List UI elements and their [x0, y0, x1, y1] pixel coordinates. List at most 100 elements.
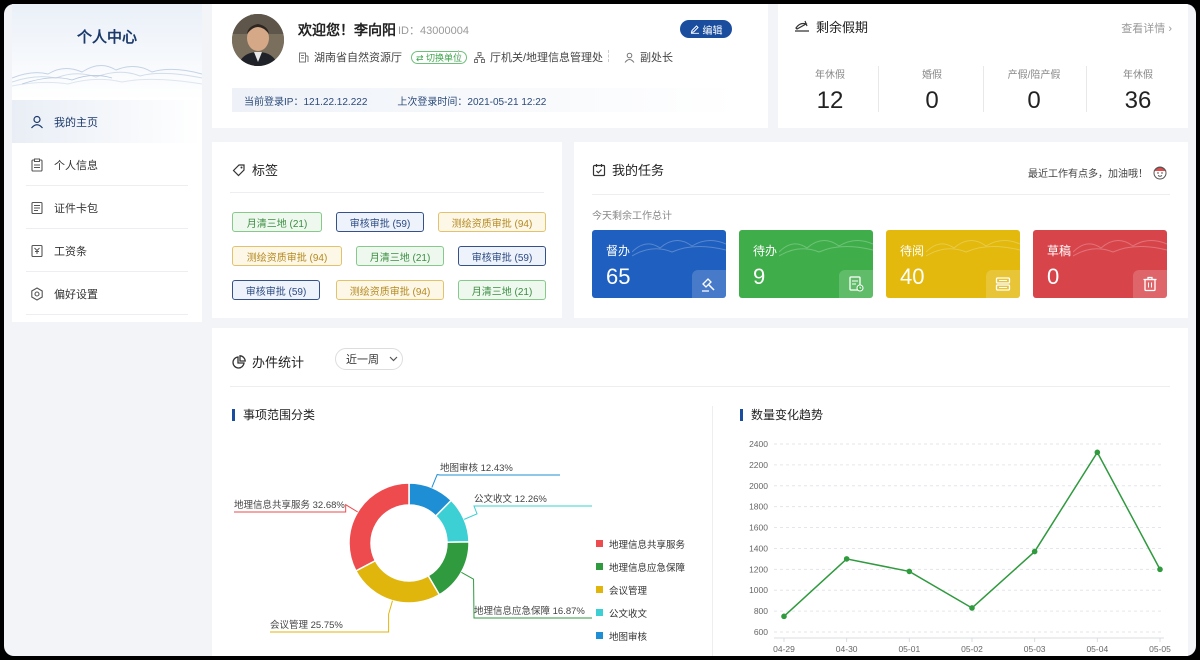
legend-label: 地图审核 — [609, 631, 648, 643]
x-tick-label: 05-02 — [961, 644, 983, 654]
x-tick-label: 05-04 — [1086, 644, 1108, 654]
x-tick-label: 04-30 — [836, 644, 858, 654]
legend-item[interactable]: 地理信息共享服务 — [596, 532, 685, 555]
gear-icon — [31, 286, 43, 301]
y-tick-label: 1800 — [749, 502, 768, 512]
task-card-value: 40 — [900, 264, 925, 289]
view-details-link[interactable]: 查看详情 › — [1121, 20, 1172, 36]
task-card-icon-box — [692, 270, 726, 298]
task-card-value: 65 — [606, 264, 631, 289]
data-point[interactable] — [781, 613, 787, 620]
tag-item[interactable]: 测绘资质审批 (94) — [336, 280, 444, 300]
tag-item[interactable]: 月清三地 (21) — [356, 246, 444, 266]
person-icon — [624, 52, 635, 63]
edit-button[interactable]: 编辑 — [680, 20, 732, 38]
tag-item[interactable]: 月清三地 (21) — [458, 280, 546, 300]
slice-label: 地图审核 12.43% — [440, 462, 513, 474]
data-point[interactable] — [1157, 566, 1163, 573]
legend-label: 会议管理 — [609, 585, 648, 597]
tags-title: 标签 — [232, 160, 278, 179]
last-login-time: 上次登录时间：2021-05-21 12:22 — [397, 96, 547, 108]
y-tick-label: 1200 — [749, 564, 768, 574]
tag-item[interactable]: 测绘资质审批 (94) — [232, 246, 342, 266]
card-wave-decoration — [779, 240, 873, 257]
range-select[interactable]: 近一周 — [335, 348, 403, 370]
task-card-draft[interactable]: 草稿 0 — [1033, 230, 1167, 298]
leave-label: 年休假 — [815, 70, 845, 81]
leave-value: 0 — [1027, 87, 1041, 114]
sidebar-item-settings[interactable]: 偏好设置 — [12, 272, 202, 315]
building-icon — [299, 52, 309, 62]
vacation-icon — [795, 20, 809, 32]
stats-vertical-divider — [712, 406, 713, 656]
donut-slice[interactable] — [354, 559, 441, 604]
mountain-illustration — [12, 65, 202, 87]
sidebar-item-cards[interactable]: 证件卡包 — [12, 186, 202, 229]
sidebar-item-label: 工资条 — [54, 245, 87, 258]
tasks-subtitle: 今天剩余工作总计 — [592, 211, 672, 222]
tag-icon — [232, 163, 245, 176]
login-ip: 当前登录IP：121.22.12.222 — [244, 96, 368, 108]
leave-separator — [878, 66, 879, 112]
data-point[interactable] — [906, 568, 913, 575]
tag-item[interactable]: 审核审批 (59) — [232, 280, 320, 300]
view-details-label: 查看详情 — [1121, 23, 1166, 35]
leave-label: 年休假 — [1123, 70, 1153, 81]
user-id: ID：43000004 — [398, 25, 469, 37]
donut-chart: 地理信息共享服务 32.68% 地理信息应急保障 16.87% 会议管理 25.75… — [234, 462, 592, 633]
tag-item[interactable]: 月清三地 (21) — [232, 212, 322, 232]
legend-item[interactable]: 公文收文 — [596, 601, 685, 624]
legend-item[interactable]: 会议管理 — [596, 578, 685, 601]
legend-swatch — [596, 609, 603, 616]
org-info: 湖南省自然资源厅 ⇄ 切换单位 — [298, 49, 468, 65]
range-select-value: 近一周 — [346, 354, 379, 366]
sidebar-menu: 我的主页 个人信息 证件卡包 工资条 偏好设置 — [12, 100, 202, 315]
tags-panel: 标签 月清三地 (21) 审核审批 (59) 测绘资质审批 (94) 测绘资质审… — [212, 142, 562, 318]
legend-item[interactable]: 地理信息应急保障 — [596, 555, 685, 578]
leave-panel: 剩余假期 查看详情 › 年休假 12 婚假 0 产假/陪产假 0 年休假 36 — [778, 4, 1188, 128]
tag-item[interactable]: 审核审批 (59) — [336, 212, 424, 232]
task-card-read[interactable]: 待阅 40 — [886, 230, 1020, 298]
task-card-supervise[interactable]: 督办 65 — [592, 230, 726, 298]
y-tick-label: 800 — [754, 606, 768, 616]
x-tick-label: 05-01 — [898, 644, 920, 654]
task-card-label: 督办 — [606, 244, 631, 258]
gavel-icon — [702, 278, 715, 292]
line-chart: 600 800 1000 1200 1400 1600 1800 2000 2200 2400 04… — [749, 439, 1171, 654]
task-card-icon-box — [839, 270, 873, 298]
edit-label: 编辑 — [702, 25, 723, 37]
clipboard-icon — [31, 158, 43, 172]
sidebar-item-profile[interactable]: 个人信息 — [12, 143, 202, 186]
welcome-text: 欢迎您！李向阳 — [298, 22, 396, 38]
switch-org-label: 切换单位 — [426, 52, 463, 63]
dept-name: 厅机关/地理信息管理处 — [490, 52, 604, 64]
series-line — [783, 450, 1161, 617]
tag-item[interactable]: 审核审批 (59) — [458, 246, 546, 266]
slice-label: 地理信息应急保障 16.87% — [474, 605, 585, 617]
tag-item[interactable]: 测绘资质审批 (94) — [438, 212, 546, 232]
leave-value: 12 — [816, 87, 844, 114]
task-card-todo[interactable]: 待办 9 — [739, 230, 873, 298]
data-point[interactable] — [1031, 548, 1038, 555]
legend-item[interactable]: 地图审核 — [596, 624, 685, 647]
tasks-note: 最近工作有点多，加油哦！ — [1028, 164, 1168, 180]
sidebar-item-payslip[interactable]: 工资条 — [12, 229, 202, 272]
tasks-title: 我的任务 — [592, 160, 664, 179]
pie-legend: 地理信息共享服务 地理信息应急保障会议管理公文收文地图审核 — [596, 532, 685, 647]
avatar[interactable] — [232, 14, 284, 66]
app-frame: 个人中心 我的主页 个人信息 证件卡包 工资条 偏好设置 欢迎您！李向阳 ID：… — [4, 4, 1196, 656]
y-tick-label: 2400 — [749, 439, 768, 449]
pie-chart-title: 事项范围分类 — [232, 409, 315, 421]
data-point[interactable] — [1094, 449, 1101, 456]
donut-slice[interactable] — [348, 482, 410, 572]
task-card-icon-box — [1133, 270, 1167, 298]
data-point[interactable] — [969, 605, 975, 611]
tasks-panel: 我的任务 最近工作有点多，加油哦！ 今天剩余工作总计 督办 65 待办 9 待阅 — [574, 142, 1188, 318]
sidebar-item-label: 我的主页 — [54, 116, 98, 129]
data-point[interactable] — [843, 556, 850, 562]
x-tick-label: 05-03 — [1024, 644, 1046, 654]
sidebar-item-home[interactable]: 我的主页 — [12, 100, 202, 143]
sidebar: 个人中心 我的主页 个人信息 证件卡包 工资条 偏好设置 — [12, 4, 202, 322]
sidebar-item-label: 个人信息 — [54, 159, 98, 172]
sidebar-header: 个人中心 — [12, 4, 202, 100]
